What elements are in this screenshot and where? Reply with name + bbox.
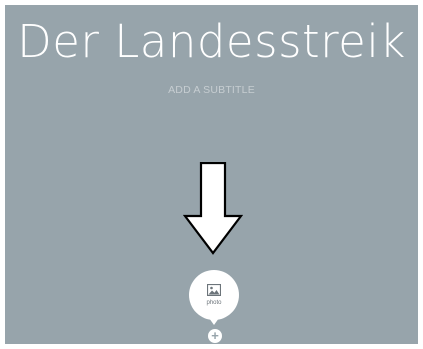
story-title[interactable]: Der Landesstreik <box>5 16 418 68</box>
subtitle-placeholder[interactable]: ADD A SUBTITLE <box>5 84 418 96</box>
story-canvas: Der Landesstreik ADD A SUBTITLE photo + <box>5 5 418 344</box>
add-photo-button[interactable]: photo <box>189 270 239 325</box>
image-icon <box>207 284 221 296</box>
plus-icon: + <box>211 328 219 343</box>
down-arrow-icon <box>183 162 243 255</box>
photo-label: photo <box>206 300 222 306</box>
add-content-button[interactable]: + <box>208 329 222 343</box>
